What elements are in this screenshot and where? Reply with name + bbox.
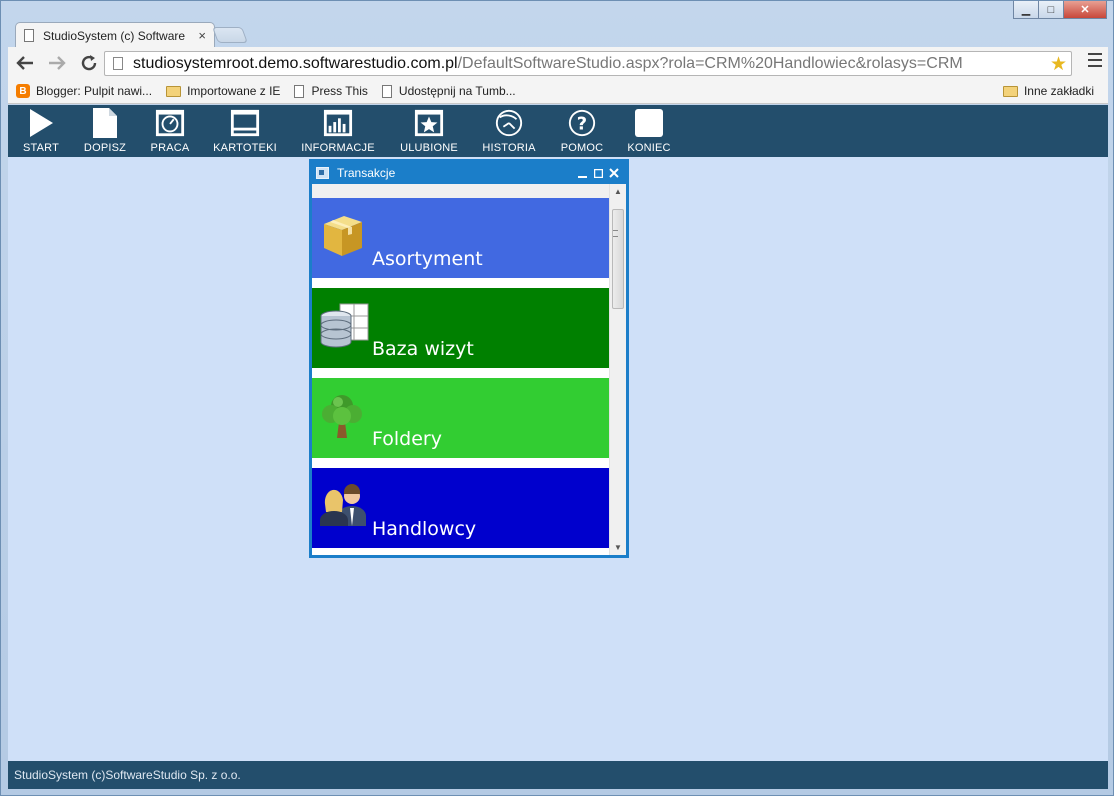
reload-icon — [81, 55, 97, 71]
window-controls: ▁ □ ✕ — [1013, 1, 1107, 19]
browser-menu-icon[interactable] — [1088, 53, 1102, 67]
history-icon — [494, 107, 524, 139]
tree-icon — [320, 392, 364, 438]
forward-button[interactable] — [42, 48, 72, 78]
dialog-titlebar[interactable]: Transakcje — [312, 162, 626, 184]
bookmark-press-this[interactable]: Press This — [294, 84, 368, 98]
browser-tab[interactable]: StudioSystem (c) Software × — [15, 22, 215, 48]
close-window-button[interactable]: ✕ — [1063, 1, 1107, 19]
praca-button[interactable]: PRACA — [136, 105, 204, 157]
scroll-down-icon[interactable]: ▼ — [610, 540, 626, 555]
maximize-button[interactable]: □ — [1038, 1, 1064, 19]
help-icon: ? — [567, 107, 597, 139]
historia-button[interactable]: HISTORIA — [468, 105, 550, 157]
page-icon — [113, 57, 123, 70]
app-area: START DOPISZ PRACA KARTOTEKI INFORMACJE … — [8, 105, 1108, 789]
dialog-body: Asortyment Baza wizyt Foldery Handlowcy … — [312, 184, 626, 555]
status-text: StudioSystem (c)SoftwareStudio Sp. z o.o… — [14, 768, 241, 782]
tab-title: StudioSystem (c) Software — [43, 28, 186, 43]
folder-icon — [166, 85, 182, 97]
transakcje-dialog: Transakcje Asortyment Baza wizyt Foldery… — [309, 159, 629, 558]
browser-window: ▁ □ ✕ StudioSystem (c) Software × studio… — [0, 0, 1114, 796]
dialog-minimize-icon[interactable] — [574, 166, 590, 180]
bookmark-tumblr[interactable]: Udostępnij na Tumb... — [381, 84, 516, 98]
chart-icon — [323, 107, 353, 139]
bookmarks-bar: B Blogger: Pulpit nawi... Importowane z … — [8, 79, 1108, 104]
app-toolbar: START DOPISZ PRACA KARTOTEKI INFORMACJE … — [8, 105, 1108, 157]
tab-close-icon[interactable]: × — [198, 28, 206, 43]
tile-foldery[interactable]: Foldery — [312, 378, 609, 458]
page-icon — [24, 29, 34, 42]
document-icon — [90, 107, 120, 139]
other-bookmarks[interactable]: Inne zakładki — [1002, 84, 1094, 98]
bookmark-importowane[interactable]: Importowane z IE — [166, 84, 280, 98]
bookmark-star-icon[interactable]: ★ — [1050, 53, 1067, 76]
dashboard-icon — [155, 107, 185, 139]
browser-toolbar: studiosystemroot.demo.softwarestudio.com… — [8, 47, 1108, 79]
address-bar[interactable]: studiosystemroot.demo.softwarestudio.com… — [104, 51, 1072, 76]
reload-button[interactable] — [74, 48, 104, 78]
page-icon — [294, 84, 305, 98]
tile-baza-wizyt[interactable]: Baza wizyt — [312, 288, 609, 368]
informacje-button[interactable]: INFORMACJE — [286, 105, 390, 157]
kartoteki-button[interactable]: KARTOTEKI — [204, 105, 286, 157]
new-tab-button[interactable] — [212, 27, 248, 43]
scroll-up-icon[interactable]: ▲ — [610, 184, 626, 199]
scroll-thumb[interactable] — [612, 209, 624, 309]
tile-list: Asortyment Baza wizyt Foldery Handlowcy — [312, 198, 609, 558]
monitor-icon — [230, 107, 260, 139]
dialog-close-icon[interactable] — [606, 166, 622, 180]
dopisz-button[interactable]: DOPISZ — [74, 105, 136, 157]
blogger-icon: B — [16, 84, 30, 98]
play-icon — [26, 107, 56, 139]
tile-handlowcy[interactable]: Handlowcy — [312, 468, 609, 548]
koniec-button[interactable]: KONIEC — [614, 105, 684, 157]
svg-text:?: ? — [577, 114, 588, 135]
star-icon — [414, 107, 444, 139]
bookmark-blogger[interactable]: B Blogger: Pulpit nawi... — [16, 84, 152, 98]
dialog-scrollbar[interactable]: ▲ ▼ — [609, 184, 626, 555]
forward-arrow-icon — [49, 56, 66, 70]
page-icon — [381, 84, 392, 98]
exit-icon — [634, 107, 664, 139]
window-icon — [316, 167, 329, 179]
pomoc-button[interactable]: ? POMOC — [550, 105, 614, 157]
back-arrow-icon — [16, 56, 33, 70]
url-host: studiosystemroot.demo.softwarestudio.com… — [133, 54, 458, 72]
box-icon — [320, 212, 364, 258]
minimize-button[interactable]: ▁ — [1013, 1, 1039, 19]
folder-icon — [1002, 85, 1018, 97]
tab-strip: StudioSystem (c) Software × — [9, 19, 1009, 48]
dialog-title: Transakcje — [337, 166, 396, 180]
status-bar: StudioSystem (c)SoftwareStudio Sp. z o.o… — [8, 761, 1108, 789]
back-button[interactable] — [10, 48, 40, 78]
dialog-maximize-icon[interactable] — [590, 166, 606, 180]
tile-asortyment[interactable]: Asortyment — [312, 198, 609, 278]
url-path: /DefaultSoftwareStudio.aspx?rola=CRM%20H… — [457, 54, 963, 72]
database-icon — [320, 302, 369, 348]
start-button[interactable]: START — [8, 105, 74, 157]
people-icon — [320, 482, 366, 528]
dialog-controls — [574, 166, 622, 180]
ulubione-button[interactable]: ULUBIONE — [390, 105, 468, 157]
